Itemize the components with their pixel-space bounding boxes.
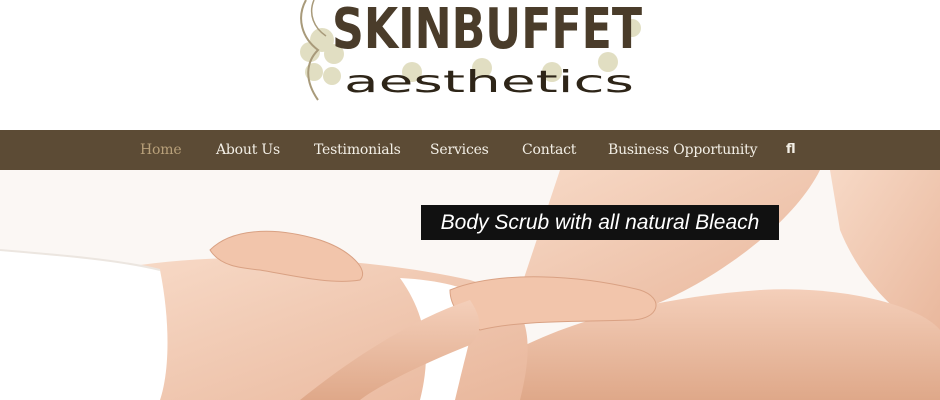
- nav-item-testimonials[interactable]: Testimonials: [314, 130, 401, 170]
- nav-item-about-us[interactable]: About Us: [216, 130, 280, 170]
- nav-item-services[interactable]: Services: [430, 130, 489, 170]
- brand-logo[interactable]: SKINBUFFET aesthetics: [292, 0, 648, 104]
- brand-tagline: aesthetics: [344, 65, 634, 100]
- search-icon[interactable]: fl: [786, 130, 796, 170]
- main-nav: Home About Us Testimonials Services Cont…: [0, 130, 940, 170]
- nav-item-home[interactable]: Home: [140, 130, 182, 170]
- nav-item-contact[interactable]: Contact: [522, 130, 576, 170]
- site-header: SKINBUFFET aesthetics: [0, 0, 940, 130]
- nav-item-business-opportunity[interactable]: Business Opportunity: [608, 130, 757, 170]
- brand-name: SKINBUFFET: [332, 0, 642, 62]
- hero-caption: Body Scrub with all natural Bleach: [421, 205, 779, 240]
